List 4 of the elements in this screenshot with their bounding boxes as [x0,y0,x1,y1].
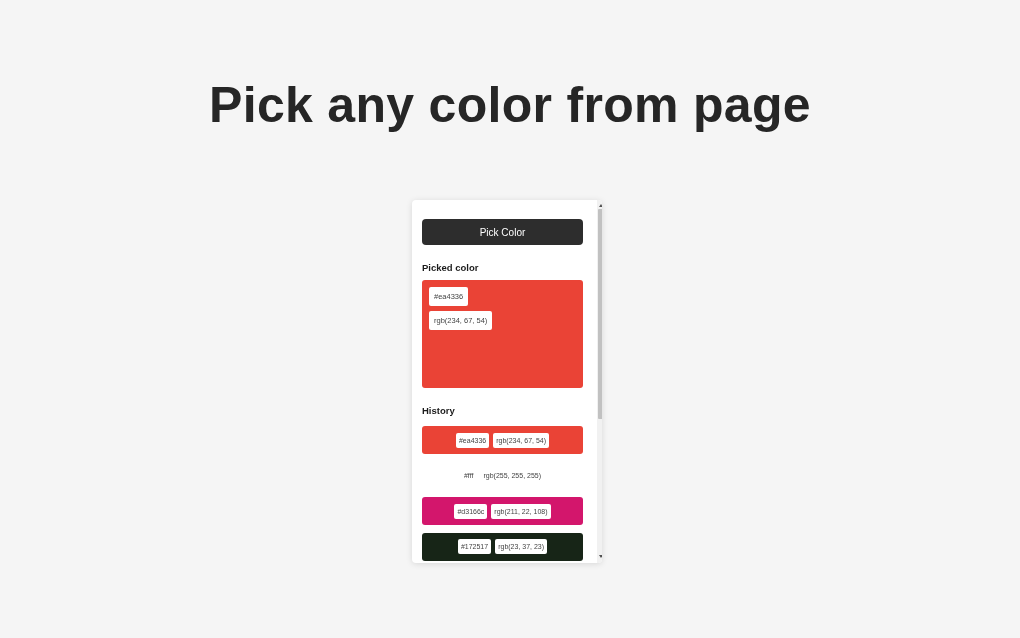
pick-color-button[interactable]: Pick Color [422,219,583,245]
headline: Pick any color from page [209,76,811,135]
section-label: History [422,405,455,417]
section-label: Picked color [422,262,479,274]
